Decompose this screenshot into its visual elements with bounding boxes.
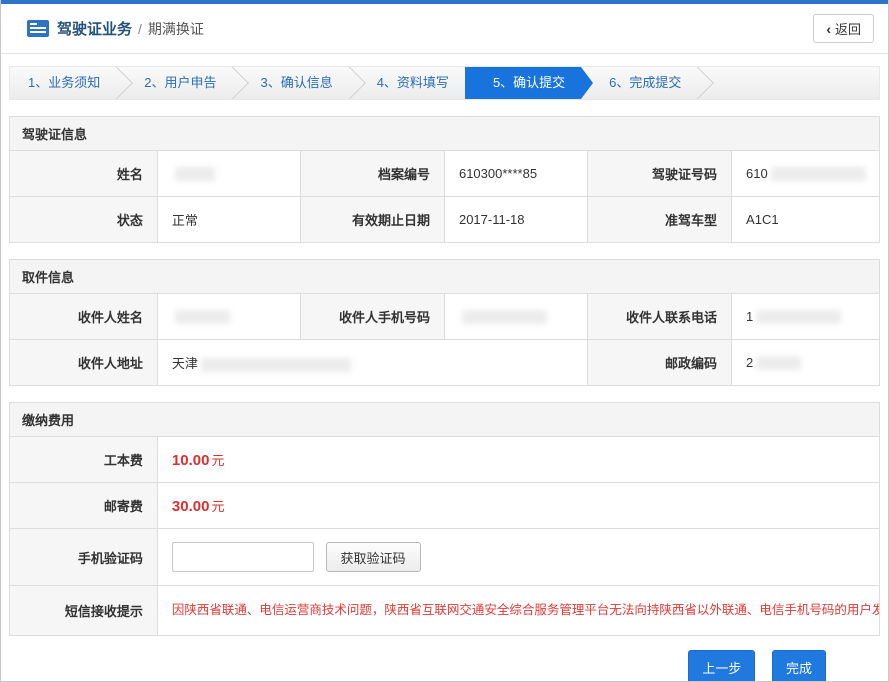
name-value xyxy=(157,151,300,197)
file-no-value: 610300****85 xyxy=(444,151,587,197)
redacted-value xyxy=(175,310,230,324)
production-fee-label: 工本费 xyxy=(10,437,158,483)
license-no-prefix: 610 xyxy=(746,166,768,181)
table-row: 收件人地址 天津 邮政编码 2 xyxy=(10,340,880,386)
step-1-business-notice[interactable]: 1、业务须知 xyxy=(10,67,116,99)
page-title: 驾驶证业务 xyxy=(57,18,132,39)
table-row: 姓名 档案编号 610300****85 驾驶证号码 610 xyxy=(10,151,880,197)
file-no-label: 档案编号 xyxy=(300,151,444,197)
sms-code-cell: 获取验证码 xyxy=(157,529,879,586)
recipient-name-value xyxy=(157,294,300,340)
table-row: 邮寄费 30.00元 xyxy=(10,483,880,529)
postage-fee-amount: 30.00 xyxy=(172,498,210,515)
step-nav: 1、业务须知 2、用户申告 3、确认信息 4、资料填写 5、确认提交 6、完成提… xyxy=(9,66,880,100)
recipient-address-value: 天津 xyxy=(157,340,587,386)
step-5-label: 5、确认提交 xyxy=(493,75,565,90)
vehicle-type-value: A1C1 xyxy=(732,197,880,243)
postage-fee-label: 邮寄费 xyxy=(10,483,158,529)
redacted-value xyxy=(201,358,351,372)
step-5-confirm-submit[interactable]: 5、确认提交 xyxy=(465,67,581,99)
pickup-info-table: 收件人姓名 收件人手机号码 收件人联系电话 1 收件人地址 天津 邮政编码 2 xyxy=(9,293,880,386)
vehicle-type-label: 准驾车型 xyxy=(587,197,731,243)
redacted-value xyxy=(756,356,801,370)
status-value: 正常 xyxy=(157,197,300,243)
step-4-fill-info[interactable]: 4、资料填写 xyxy=(349,67,465,99)
license-info-section: 驾驶证信息 姓名 档案编号 610300****85 驾驶证号码 610 状态 … xyxy=(9,116,880,243)
recipient-name-label: 收件人姓名 xyxy=(10,294,158,340)
license-business-icon xyxy=(27,20,49,37)
production-fee-value: 10.00元 xyxy=(157,437,879,483)
expiry-label: 有效期止日期 xyxy=(300,197,444,243)
recipient-address-prefix: 天津 xyxy=(172,356,198,371)
redacted-value xyxy=(756,310,841,324)
page: 驾驶证业务 / 期满换证 ‹ 返回 1、业务须知 2、用户申告 3、确认信息 4… xyxy=(0,0,889,682)
finish-button[interactable]: 完成 xyxy=(772,650,826,682)
table-row: 工本费 10.00元 xyxy=(10,437,880,483)
step-6-complete-submit[interactable]: 6、完成提交 xyxy=(581,67,697,99)
zip-code-label: 邮政编码 xyxy=(587,340,731,386)
expiry-value: 2017-11-18 xyxy=(444,197,587,243)
step-3-confirm-info[interactable]: 3、确认信息 xyxy=(232,67,348,99)
redacted-value xyxy=(462,310,547,324)
fees-section: 缴纳费用 工本费 10.00元 邮寄费 30.00元 手机验证码 获取验证码 xyxy=(9,402,880,636)
recipient-phone-label: 收件人联系电话 xyxy=(587,294,731,340)
zip-code-prefix: 2 xyxy=(746,355,753,370)
step-2-user-declaration[interactable]: 2、用户申告 xyxy=(116,67,232,99)
table-row: 短信接收提示 因陕西省联通、电信运营商技术问题，陕西省互联网交通安全综合服务管理… xyxy=(10,586,880,636)
back-button[interactable]: ‹ 返回 xyxy=(813,14,874,43)
step-3-label: 3、确认信息 xyxy=(260,75,332,90)
sms-code-input[interactable] xyxy=(172,542,314,572)
license-info-title: 驾驶证信息 xyxy=(9,116,880,151)
action-bar: 上一步 完成 xyxy=(1,636,888,682)
status-label: 状态 xyxy=(10,197,158,243)
table-row: 收件人姓名 收件人手机号码 收件人联系电话 1 xyxy=(10,294,880,340)
redacted-value xyxy=(771,167,866,181)
back-chevron-icon: ‹ xyxy=(826,22,831,36)
postage-fee-unit: 元 xyxy=(211,499,224,514)
fees-title: 缴纳费用 xyxy=(9,402,880,437)
table-row: 手机验证码 获取验证码 xyxy=(10,529,880,586)
name-label: 姓名 xyxy=(10,151,158,197)
step-2-label: 2、用户申告 xyxy=(144,75,216,90)
license-no-value: 610 xyxy=(732,151,880,197)
step-6-label: 6、完成提交 xyxy=(609,75,681,90)
postage-fee-value: 30.00元 xyxy=(157,483,879,529)
production-fee-amount: 10.00 xyxy=(172,452,210,469)
page-header: 驾驶证业务 / 期满换证 ‹ 返回 xyxy=(1,4,888,54)
back-button-label: 返回 xyxy=(835,19,861,38)
table-row: 状态 正常 有效期止日期 2017-11-18 准驾车型 A1C1 xyxy=(10,197,880,243)
recipient-mobile-value xyxy=(444,294,587,340)
recipient-phone-prefix: 1 xyxy=(746,309,753,324)
zip-code-value: 2 xyxy=(732,340,880,386)
license-info-table: 姓名 档案编号 610300****85 驾驶证号码 610 状态 正常 有效期… xyxy=(9,150,880,243)
step-1-label: 1、业务须知 xyxy=(28,75,100,90)
license-no-label: 驾驶证号码 xyxy=(587,151,731,197)
recipient-address-label: 收件人地址 xyxy=(10,340,158,386)
recipient-phone-value: 1 xyxy=(732,294,880,340)
prev-step-button[interactable]: 上一步 xyxy=(688,650,755,682)
page-subtitle: 期满换证 xyxy=(148,19,204,39)
title-separator: / xyxy=(138,21,142,37)
redacted-value xyxy=(175,167,215,181)
sms-notice-text: 因陕西省联通、电信运营商技术问题，陕西省互联网交通安全综合服务管理平台无法向持陕… xyxy=(172,603,880,617)
get-code-button[interactable]: 获取验证码 xyxy=(326,542,421,572)
pickup-info-title: 取件信息 xyxy=(9,259,880,294)
pickup-info-section: 取件信息 收件人姓名 收件人手机号码 收件人联系电话 1 收件人地址 天津 邮政… xyxy=(9,259,880,386)
sms-code-label: 手机验证码 xyxy=(10,529,158,586)
recipient-mobile-label: 收件人手机号码 xyxy=(300,294,444,340)
fees-table: 工本费 10.00元 邮寄费 30.00元 手机验证码 获取验证码 短信接收提 xyxy=(9,436,880,636)
production-fee-unit: 元 xyxy=(211,453,224,468)
sms-notice-cell: 因陕西省联通、电信运营商技术问题，陕西省互联网交通安全综合服务管理平台无法向持陕… xyxy=(157,586,879,636)
step-4-label: 4、资料填写 xyxy=(377,75,449,90)
sms-notice-label: 短信接收提示 xyxy=(10,586,158,636)
